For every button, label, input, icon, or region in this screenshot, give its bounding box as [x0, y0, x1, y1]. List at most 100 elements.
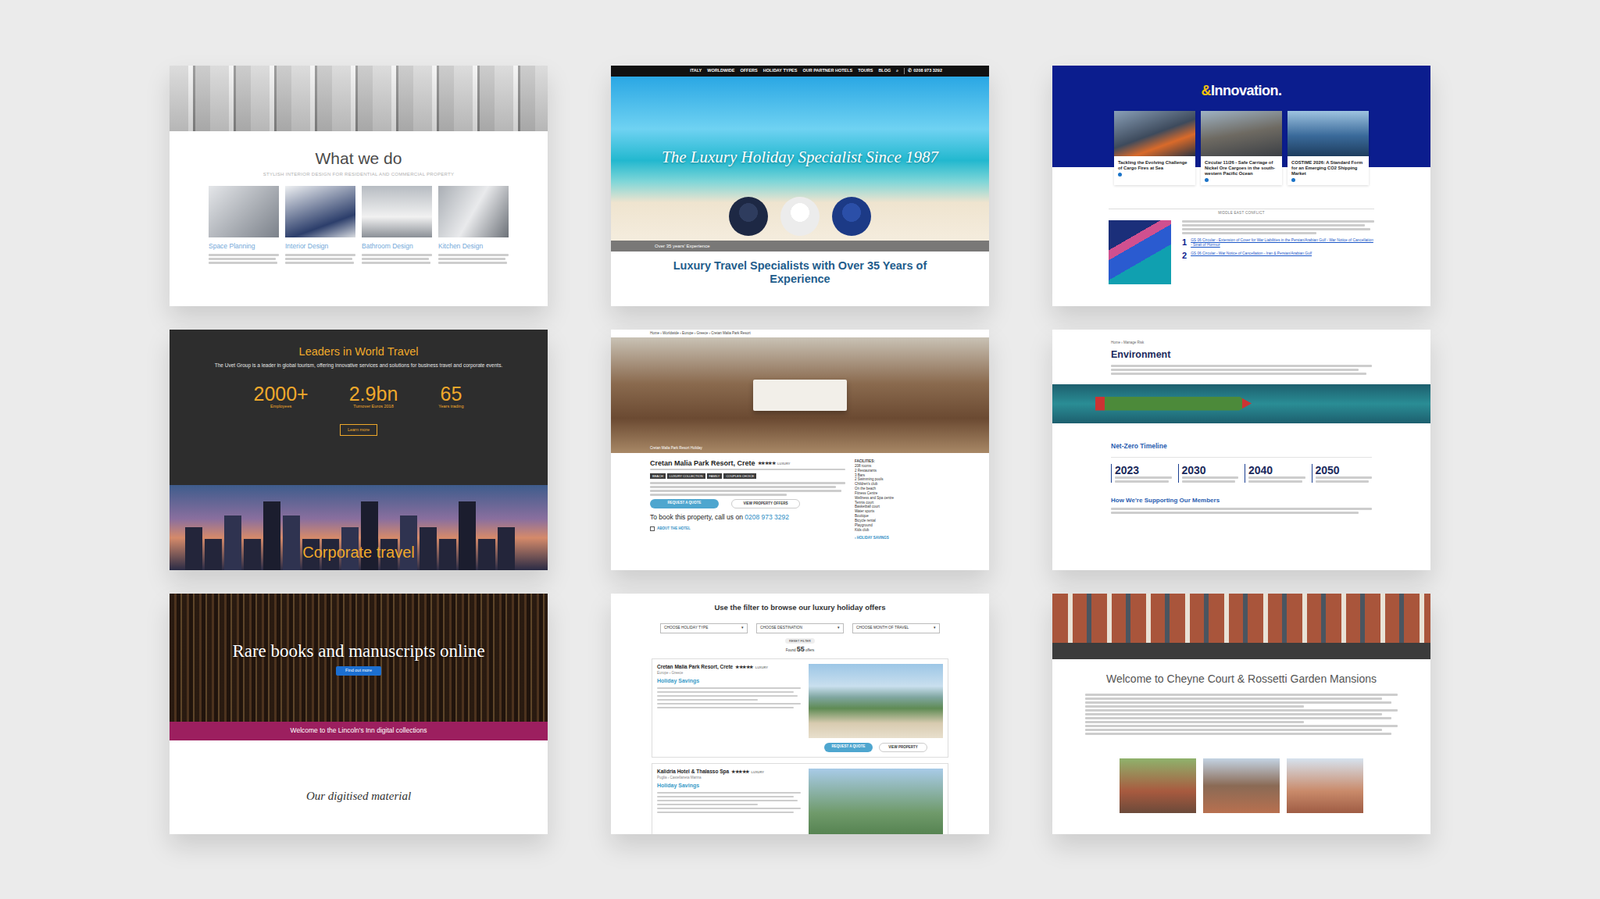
service-item[interactable]: Space Planning: [208, 185, 279, 265]
ship-photo: [1052, 384, 1431, 424]
stat-value: 2000+: [253, 383, 309, 404]
timeline-item: 2030: [1178, 464, 1240, 483]
service-item[interactable]: Kitchen Design: [438, 185, 509, 265]
news-photo: [1287, 110, 1369, 157]
building: [282, 515, 300, 571]
tag: FAMILY: [707, 473, 723, 479]
found-count: 55: [796, 645, 805, 654]
building: [419, 527, 437, 571]
service-item[interactable]: Bathroom Design: [361, 185, 433, 265]
offer-card[interactable]: Kalidria Hotel & Thalasso Spa★★★★★LUXURY…: [651, 763, 949, 835]
filter-select[interactable]: CHOOSE DESTINATION▾: [756, 623, 844, 633]
text-line: [657, 699, 758, 702]
facilities: FACILITIES:208 rooms2 Restaurants3 Bars2…: [854, 459, 950, 540]
circular-link[interactable]: GS 06 Circular - War Notice of Cancellat…: [1190, 251, 1312, 257]
timeline-section: Net-Zero Timeline2023203020402050How We'…: [1052, 423, 1431, 515]
news-title[interactable]: COSTIME 2026: A Standard Form for an Eme…: [1287, 156, 1369, 179]
section-heading: What we do: [200, 148, 517, 168]
nav-link[interactable]: ITALY: [689, 67, 702, 74]
offer-list: Cretan Malia Park Resort, Crete★★★★★LUXU…: [651, 658, 949, 835]
text-line: [1085, 732, 1392, 736]
timeline-item: 2040: [1244, 464, 1306, 483]
text-line: [650, 485, 836, 489]
savings-link[interactable]: › HOLIDAY SAVINGS: [854, 535, 950, 541]
text-line: [1085, 721, 1304, 724]
news-card[interactable]: COSTIME 2026: A Standard Form for an Eme…: [1287, 110, 1369, 186]
text-line: [1110, 372, 1367, 375]
caret-icon: ▾: [837, 625, 840, 631]
timeline-title: Net-Zero Timeline: [1110, 442, 1372, 451]
text-lines: [1114, 476, 1172, 483]
page-title: Welcome to Cheyne Court & Rossetti Garde…: [1052, 671, 1431, 686]
nav-link[interactable]: TOURS: [857, 67, 873, 74]
support-title: How We're Supporting Our Members: [1110, 496, 1372, 505]
service-link[interactable]: Space Planning: [208, 242, 279, 251]
service-item[interactable]: Interior Design: [285, 185, 356, 265]
brand-logo: &Innovation.: [1052, 65, 1431, 100]
news-title[interactable]: Tackling the Evolving Challenge of Cargo…: [1114, 156, 1196, 173]
services: Space Planning Interior Design Bathroom De…: [200, 185, 517, 265]
search-icon[interactable]: ⌕: [896, 67, 899, 74]
portfolio-grid: What we doSTYLISH INTERIOR DESIGN FOR RE…: [0, 0, 1600, 835]
view-offers-button[interactable]: VIEW PROPERTY OFFERS: [731, 499, 800, 509]
building: [497, 527, 515, 571]
breadcrumb: Home › Manage Risk: [1110, 340, 1372, 346]
text-lines: [361, 253, 433, 265]
building: [224, 515, 242, 571]
facility-item: 208 rooms: [854, 464, 950, 469]
find-out-more-button[interactable]: Find out more: [335, 666, 382, 675]
gallery: [1052, 758, 1431, 814]
button-wrap: Learn more: [169, 410, 548, 436]
service-link[interactable]: Kitchen Design: [438, 242, 509, 251]
offer-location: Puglia › Castellaneta Marina: [657, 775, 801, 781]
text-line: [1110, 368, 1359, 372]
request-quote-button[interactable]: REQUEST A QUOTE: [650, 499, 719, 509]
booking-line: To book this property, call us on 0208 9…: [650, 513, 846, 522]
nav-link[interactable]: OUR PARTNER HOTELS: [802, 67, 853, 74]
page-header: Home › Manage RiskEnvironment: [1052, 329, 1431, 375]
learn-more-button[interactable]: Learn more: [339, 424, 378, 436]
section-title: Our digitised material: [169, 740, 548, 805]
nav-link[interactable]: HOLIDAY TYPES: [763, 67, 798, 74]
nav-link[interactable]: BLOG: [878, 67, 891, 74]
news-card[interactable]: Tackling the Evolving Challenge of Cargo…: [1114, 110, 1196, 186]
panel-intro: The Uvet Group is a leader in global tou…: [210, 362, 508, 370]
nav-link[interactable]: OFFERS: [739, 67, 758, 74]
offer-card[interactable]: Cretan Malia Park Resort, Crete★★★★★LUXU…: [651, 658, 949, 758]
phone-link[interactable]: 0208 973 3292: [744, 513, 790, 522]
view-property-button[interactable]: VIEW PROPERTY: [878, 742, 928, 753]
call-text: To book this property, call us on: [650, 513, 743, 522]
hotel-photo: Cretan Malia Park Resort Holiday: [610, 337, 990, 454]
filter-select[interactable]: CHOOSE MONTH OF TRAVEL▾: [852, 623, 940, 633]
text-line: [650, 493, 787, 497]
text-line: [657, 811, 794, 815]
service-link[interactable]: Bathroom Design: [361, 242, 433, 251]
request-quote-button[interactable]: REQUEST A QUOTE: [824, 742, 873, 753]
news-card[interactable]: Circular 11/26 - Safe Carriage of Nickel…: [1200, 110, 1283, 186]
service-link[interactable]: Interior Design: [285, 242, 356, 251]
brand-word: Innovation.: [1210, 82, 1283, 99]
reset-filter-button[interactable]: RESET FILTER: [785, 638, 815, 644]
offer-media: REQUEST A QUOTE VIEW PROPERTY: [808, 664, 943, 753]
facility-item: Boutique: [854, 514, 950, 519]
grade-label: LUXURY: [755, 665, 768, 670]
text-line: [1315, 480, 1370, 483]
circular-item[interactable]: 2GS 06 Circular - War Notice of Cancella…: [1182, 251, 1375, 261]
offer-media: [808, 768, 943, 835]
circular-item[interactable]: 1GS 06 Circular - Extension of Cover for…: [1182, 238, 1375, 248]
facility-item: 3 Bars: [854, 473, 950, 479]
filter-select[interactable]: CHOOSE HOLIDAY TYPE▾: [660, 623, 748, 633]
phone-link[interactable]: ✆0208 973 3292: [903, 67, 943, 74]
news-title[interactable]: Circular 11/26 - Safe Carriage of Nickel…: [1200, 156, 1283, 179]
text-line: [657, 691, 794, 694]
nav-link[interactable]: WORLDWIDE: [707, 67, 735, 74]
text-lines: [1182, 220, 1375, 235]
text-line: [1114, 480, 1169, 483]
text-line: [361, 257, 429, 261]
text-line: [1085, 705, 1304, 708]
circular-link[interactable]: GS 06 Circular - Extension of Cover for …: [1190, 238, 1375, 248]
star-rating: ★★★★★: [735, 664, 754, 672]
stat-label: Years trading: [438, 403, 464, 410]
about-toggle[interactable]: ABOUT THE HOTEL: [650, 526, 846, 532]
text-line: [208, 261, 278, 265]
